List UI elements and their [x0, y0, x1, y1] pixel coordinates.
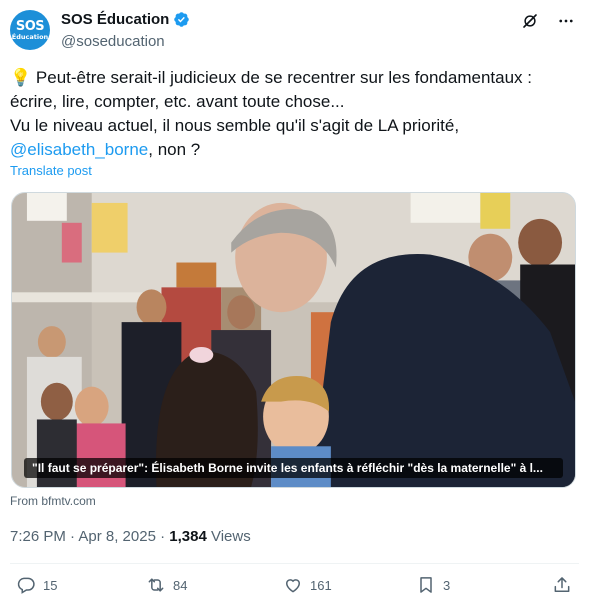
avatar[interactable]: SOS Éducation: [10, 10, 50, 50]
divider: [10, 563, 579, 564]
bookmark-button[interactable]: 3: [416, 575, 450, 595]
repost-icon: [148, 578, 164, 592]
reply-count: 15: [43, 577, 58, 593]
translate-post-link[interactable]: Translate post: [10, 163, 92, 178]
tweet-text-part-2: Vu le niveau actuel, il nous semble qu'i…: [10, 116, 460, 135]
reply-icon: [17, 577, 35, 594]
verified-badge-icon: [174, 12, 190, 27]
author-name-row[interactable]: SOS Éducation: [61, 11, 190, 28]
bookmark-icon: [420, 577, 432, 593]
repost-button[interactable]: 84: [146, 575, 187, 595]
like-count: 161: [310, 577, 332, 593]
avatar-text-sos: SOS: [15, 18, 45, 34]
action-bar: 15 84 161 3: [10, 575, 574, 603]
timestamp-link[interactable]: 7:26 PM · Apr 8, 2025 ·: [10, 528, 169, 545]
share-icon: [554, 577, 570, 592]
tweet-text: 💡 Peut-être serait-il judicieux de se re…: [10, 66, 575, 162]
news-photo: [12, 193, 575, 487]
lightbulb-icon: 💡: [10, 68, 32, 87]
link-source[interactable]: From bfmtv.com: [10, 494, 96, 508]
link-card-image[interactable]: "Il faut se préparer": Élisabeth Borne i…: [11, 192, 576, 488]
share-button[interactable]: [552, 575, 572, 595]
tweet-text-part-3: , non ?: [148, 140, 201, 159]
mention-link[interactable]: @elisabeth_borne: [10, 140, 148, 159]
avatar-text-education: Éducation: [11, 32, 49, 41]
views-label: Views: [206, 528, 251, 545]
more-options-icon[interactable]: [557, 12, 575, 30]
like-button[interactable]: 161: [283, 575, 332, 595]
heart-icon: [285, 579, 301, 593]
repost-count: 84: [173, 577, 188, 593]
tweet-meta: 7:26 PM · Apr 8, 2025 · 1,384 Views: [10, 528, 251, 545]
tweet-text-part-1: Peut-être serait-il judicieux de se rece…: [10, 68, 532, 111]
link-card-title[interactable]: "Il faut se préparer": Élisabeth Borne i…: [24, 458, 563, 478]
reply-button[interactable]: 15: [16, 575, 57, 595]
views-count: 1,384: [169, 528, 207, 545]
tweet-line-1: 💡 Peut-être serait-il judicieux de se re…: [10, 66, 575, 114]
top-actions: [521, 12, 575, 30]
display-name[interactable]: SOS Éducation: [61, 11, 169, 28]
grok-icon[interactable]: [521, 12, 539, 30]
handle[interactable]: @soseducation: [61, 33, 165, 50]
bookmark-count: 3: [443, 577, 451, 593]
tweet-line-2: Vu le niveau actuel, il nous semble qu'i…: [10, 114, 575, 162]
